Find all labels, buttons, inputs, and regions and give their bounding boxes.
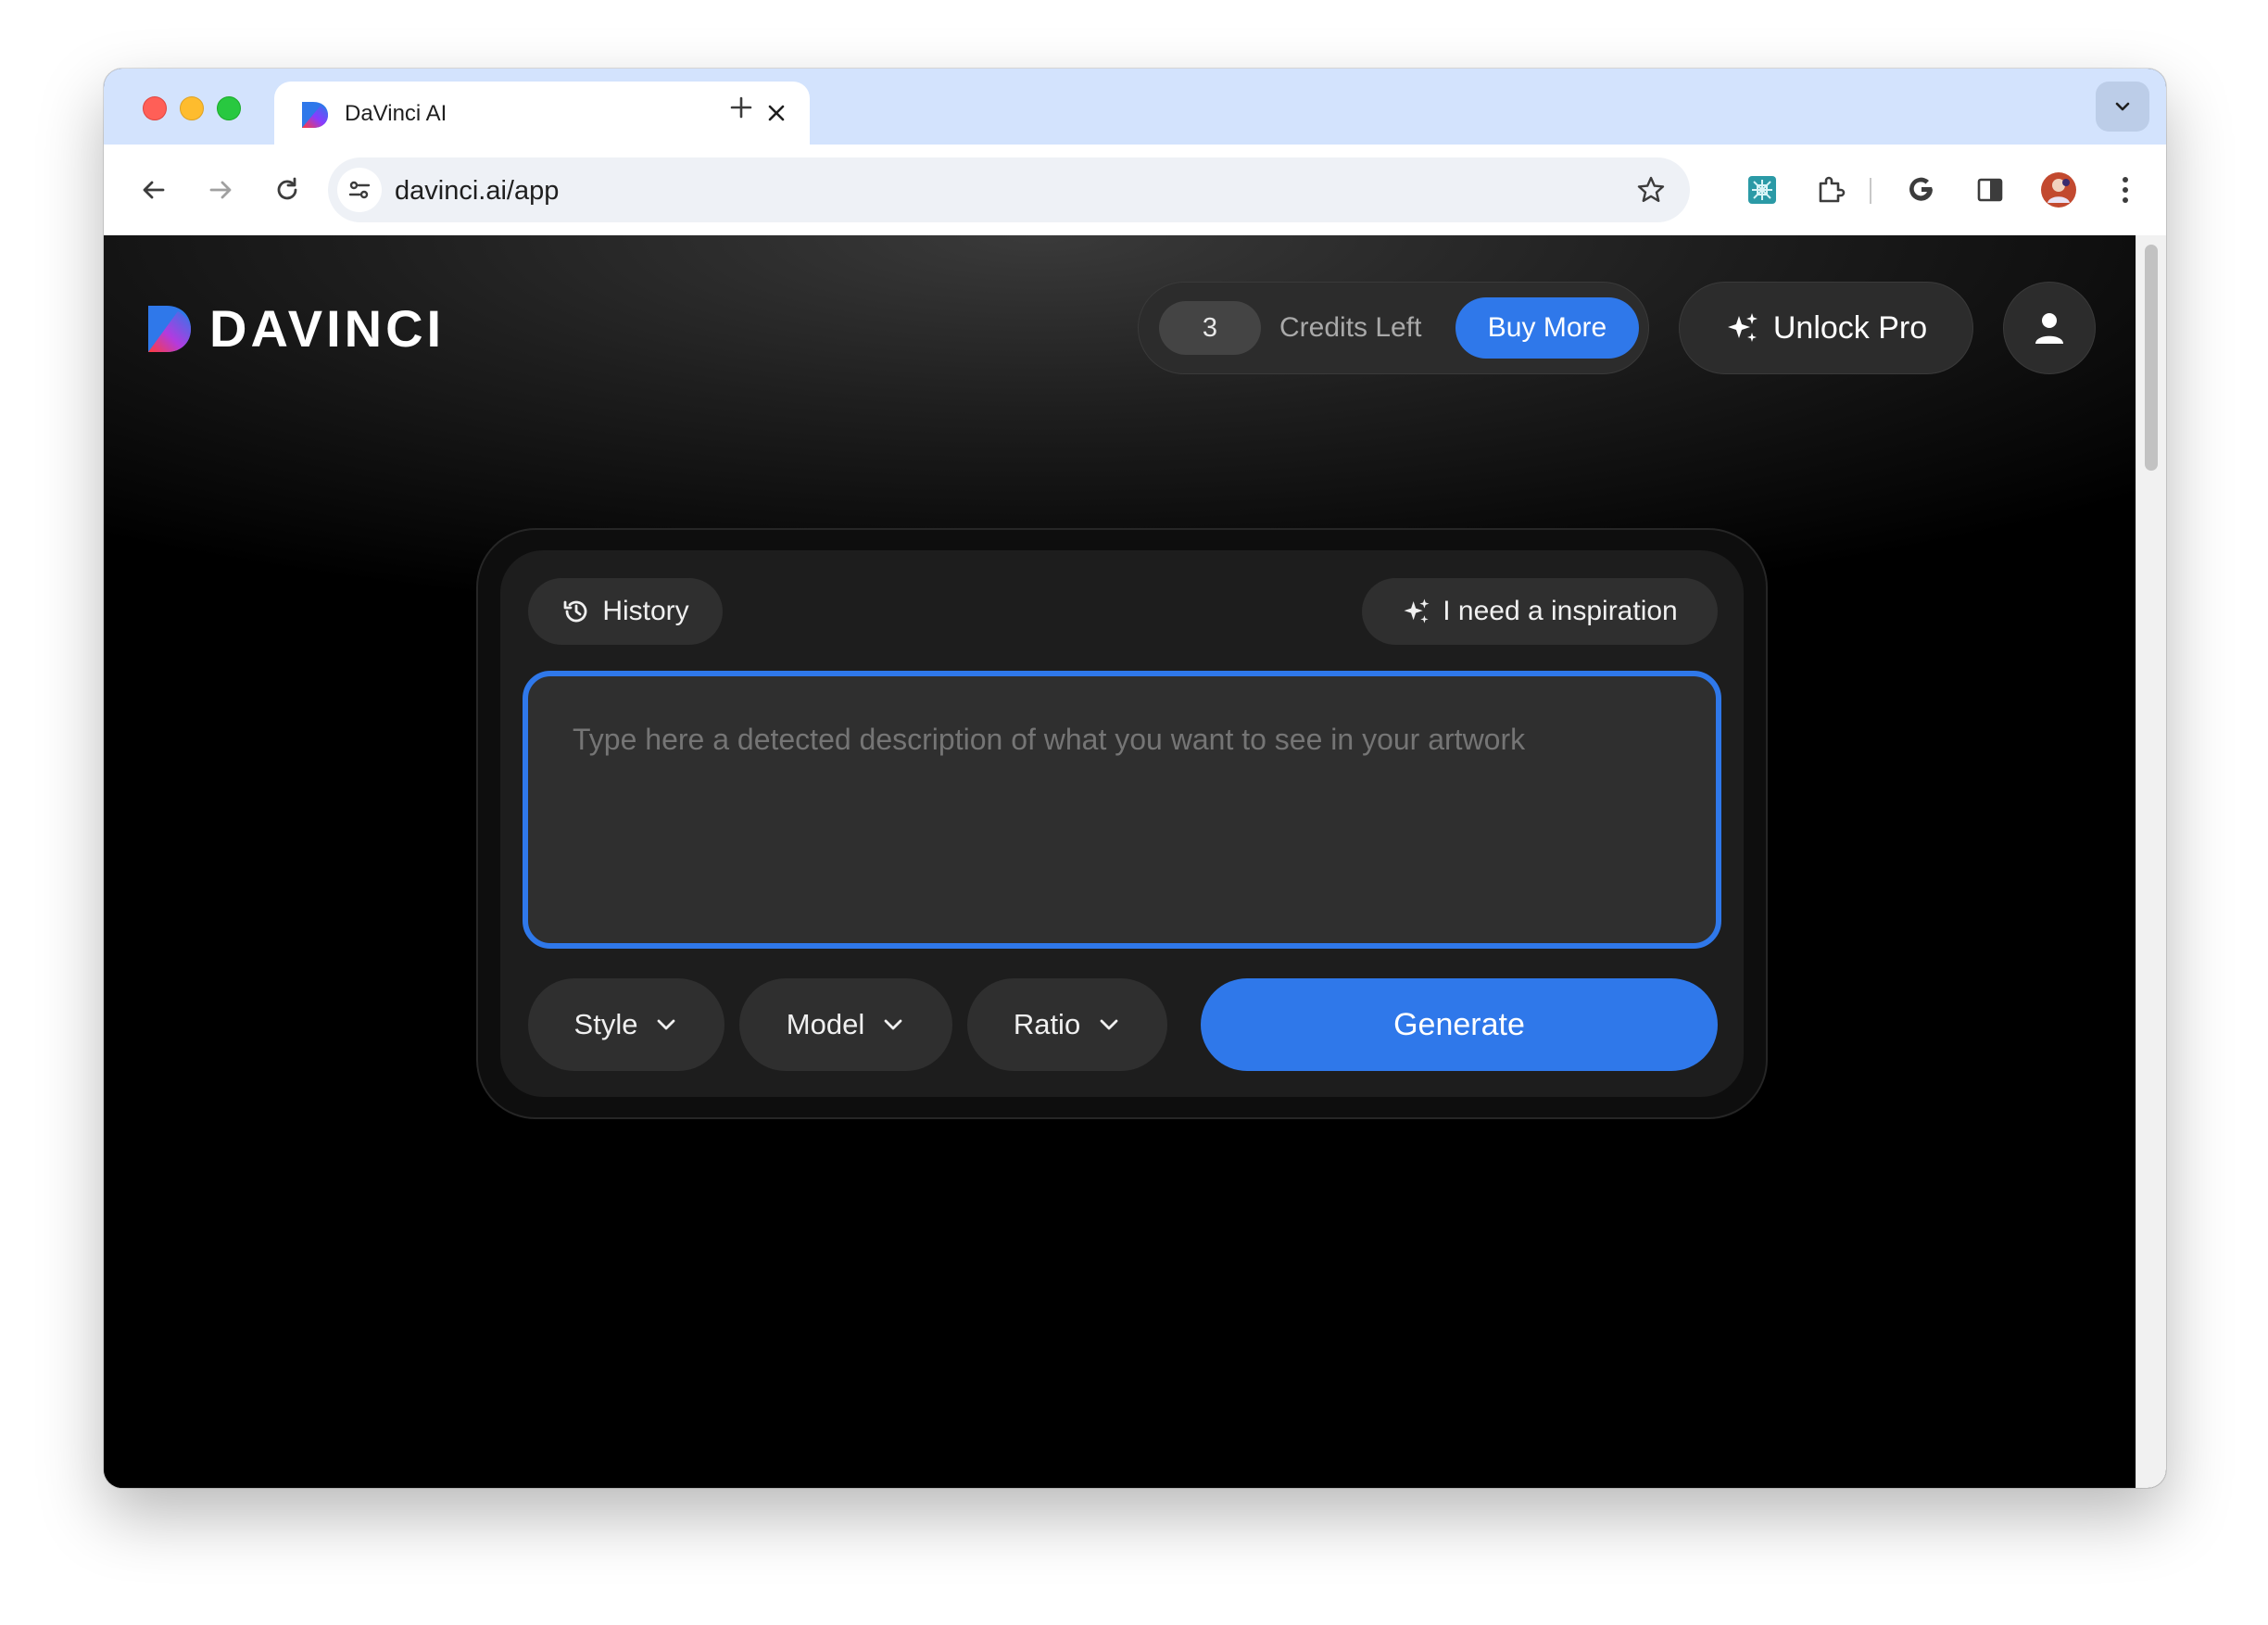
ratio-label: Ratio [1013,1008,1081,1040]
inspiration-button[interactable]: I need a inspiration [1362,578,1718,645]
history-icon [563,600,587,623]
zoom-window-button[interactable] [217,96,241,120]
model-label: Model [786,1008,865,1040]
davinci-logo-icon [148,306,191,352]
scrollbar-thumb[interactable] [2145,245,2158,471]
browser-menu-icon[interactable] [2103,168,2148,212]
credits-widget: 3 Credits Left Buy More [1138,282,1649,374]
google-icon[interactable] [1899,168,1944,212]
browser-window: DaVinci AI davinci.ai/app DAVINCI 3 Cred… [104,69,2166,1488]
minimize-window-button[interactable] [180,96,204,120]
generate-button[interactable]: Generate [1201,978,1718,1071]
tab-title: DaVinci AI [345,101,447,126]
url-text[interactable]: davinci.ai/app [395,176,559,206]
tab-close-icon[interactable] [760,96,793,130]
reload-icon[interactable] [265,168,309,212]
page-scrollbar[interactable] [2136,235,2166,1488]
side-panel-icon[interactable] [1968,168,2012,212]
davinci-favicon-icon [302,102,328,128]
toolbar-divider [1870,178,1871,204]
extensions-puzzle-icon[interactable] [1808,168,1853,212]
site-settings-icon[interactable] [337,168,382,212]
credits-label: Credits Left [1279,312,1422,343]
user-icon [2035,313,2063,344]
style-dropdown[interactable]: Style [528,978,724,1071]
tab-list-chevron-icon[interactable] [2096,82,2149,132]
user-account-button[interactable] [2003,282,2096,374]
generator-card: History I need a inspiration Style [500,550,1744,1097]
style-label: Style [573,1008,638,1040]
tab-strip: DaVinci AI [104,69,2166,145]
sparkle-icon [1727,313,1758,342]
chevron-down-icon [1100,1019,1118,1030]
history-label: History [602,596,689,626]
chevron-down-icon [884,1019,902,1030]
chevron-down-icon [658,1019,675,1030]
credits-count-badge: 3 [1159,301,1261,355]
inspiration-label: I need a inspiration [1443,596,1678,626]
app-page: DAVINCI 3 Credits Left Buy More Unlock P… [104,235,2136,1488]
new-tab-icon[interactable] [723,89,760,126]
generator-panel: History I need a inspiration Style [476,528,1768,1119]
browser-toolbar: davinci.ai/app [104,145,2166,236]
address-bar[interactable]: davinci.ai/app [328,157,1690,222]
history-button[interactable]: History [528,578,723,645]
profile-avatar[interactable] [2036,168,2081,212]
back-arrow-icon[interactable] [132,168,176,212]
bookmark-star-icon[interactable] [1631,170,1671,210]
extension-qr-icon[interactable] [1740,168,1784,212]
model-dropdown[interactable]: Model [739,978,952,1071]
unlock-pro-button[interactable]: Unlock Pro [1679,282,1973,374]
forward-arrow-icon[interactable] [198,168,243,212]
logo-text: DAVINCI [209,299,446,358]
sparkle-icon [1404,598,1430,624]
prompt-input[interactable] [523,671,1721,949]
ratio-dropdown[interactable]: Ratio [967,978,1167,1071]
davinci-logo[interactable]: DAVINCI [148,299,446,358]
buy-more-button[interactable]: Buy More [1455,297,1639,359]
close-window-button[interactable] [143,96,167,120]
unlock-pro-label: Unlock Pro [1772,309,1928,346]
